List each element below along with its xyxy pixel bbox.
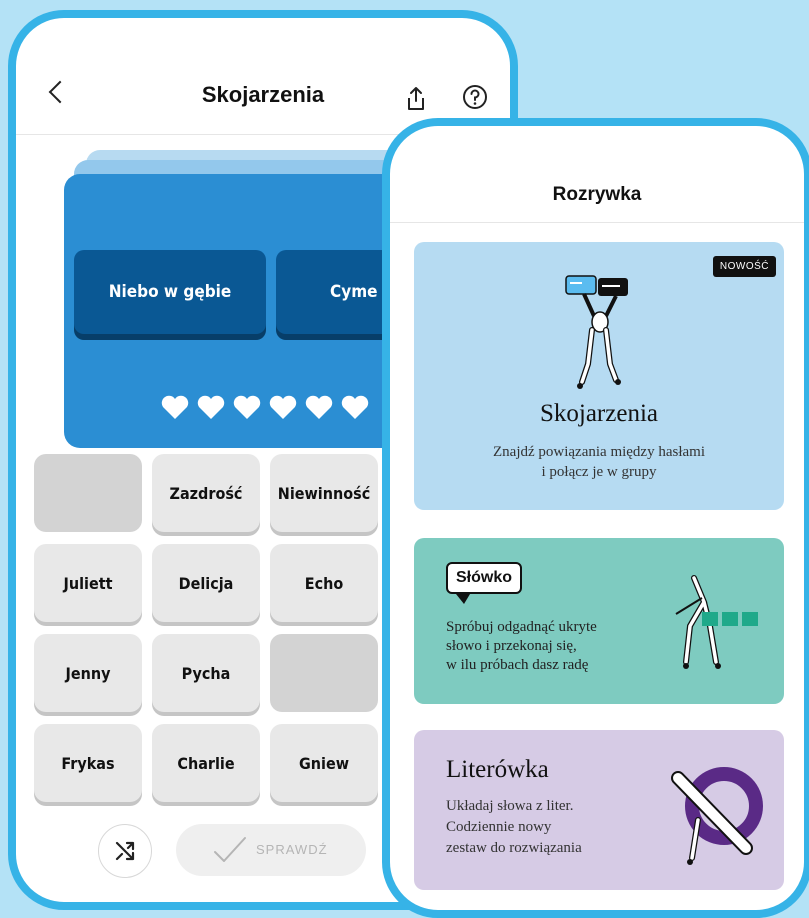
heart-icon (341, 395, 369, 419)
check-button-label: SPRAWDŹ (256, 842, 328, 857)
phone-rozrywka-menu: Rozrywka NOWOŚĆ Skojarzenia Znajdź powią… (382, 118, 809, 918)
skojarzenia-illustration (565, 275, 628, 389)
shuffle-button[interactable] (98, 824, 152, 878)
page-title: Rozrywka (552, 184, 642, 205)
word-tile[interactable]: Gniew (270, 724, 378, 802)
heart-icon (161, 395, 189, 419)
menu-header: Rozrywka (390, 126, 804, 223)
shuffle-icon (115, 841, 135, 861)
word-tile[interactable]: Pycha (152, 634, 260, 712)
word-tile[interactable]: Zazdrość (152, 454, 260, 532)
literowka-illustration (671, 767, 763, 865)
word-tile[interactable]: Juliett (34, 544, 142, 622)
check-button[interactable]: SPRAWDŹ (176, 824, 366, 876)
new-badge: NOWOŚĆ (712, 256, 776, 277)
card-title: Skojarzenia (539, 400, 658, 427)
share-icon[interactable] (404, 86, 428, 112)
speech-bubble-tail-icon (456, 594, 470, 604)
card-description-line: Układaj słowa z liter. (446, 798, 574, 814)
card-description-line: słowo i przekonaj się, (446, 638, 577, 654)
word-tile[interactable]: Frykas (34, 724, 142, 802)
game-card-literowka[interactable]: Literówka Układaj słowa z liter. Codzien… (414, 730, 784, 890)
card-description-line: Spróbuj odgadnąć ukryte (446, 619, 597, 635)
card-title: Literówka (446, 756, 549, 783)
word-tile[interactable]: Niewinność (270, 454, 378, 532)
card-description-line: Znajdź powiązania między hasłami (493, 444, 705, 460)
card-description: Układaj słowa z liter. Codziennie nowy z… (446, 796, 666, 859)
card-description: Spróbuj odgadnąć ukryte słowo i przekona… (446, 618, 666, 675)
card-description-line: w ilu próbach dasz radę (446, 657, 589, 673)
empty-tile-slot (34, 454, 142, 532)
page-title: Skojarzenia (201, 82, 325, 107)
card-description-line: i połącz je w grupy (541, 464, 657, 480)
word-tile[interactable]: Delicja (152, 544, 260, 622)
heart-icon (269, 395, 297, 419)
lives-indicator (160, 394, 370, 420)
slowko-logo: Słówko (446, 562, 523, 594)
word-tile[interactable]: Jenny (34, 634, 142, 712)
card-description: Znajdź powiązania między hasłami i połąc… (444, 442, 754, 482)
heart-icon (305, 395, 333, 419)
heart-icon (233, 395, 261, 419)
card-description-line: zestaw do rozwiązania (446, 840, 582, 856)
slowko-illustration (675, 575, 758, 669)
game-card-skojarzenia[interactable]: NOWOŚĆ Skojarzenia Znajdź powiązania mię… (414, 242, 784, 510)
word-tile[interactable]: Echo (270, 544, 378, 622)
word-tile[interactable]: Charlie (152, 724, 260, 802)
card-description-line: Codziennie nowy (446, 819, 552, 835)
help-icon[interactable] (462, 84, 488, 110)
empty-tile-slot (270, 634, 378, 712)
heart-icon (197, 395, 225, 419)
checkmark-icon (214, 837, 246, 862)
solved-group-card[interactable]: Niebo w gębie (74, 250, 266, 334)
game-card-slowko[interactable]: Słówko Spróbuj odgadnąć ukryte słowo i p… (414, 538, 784, 704)
